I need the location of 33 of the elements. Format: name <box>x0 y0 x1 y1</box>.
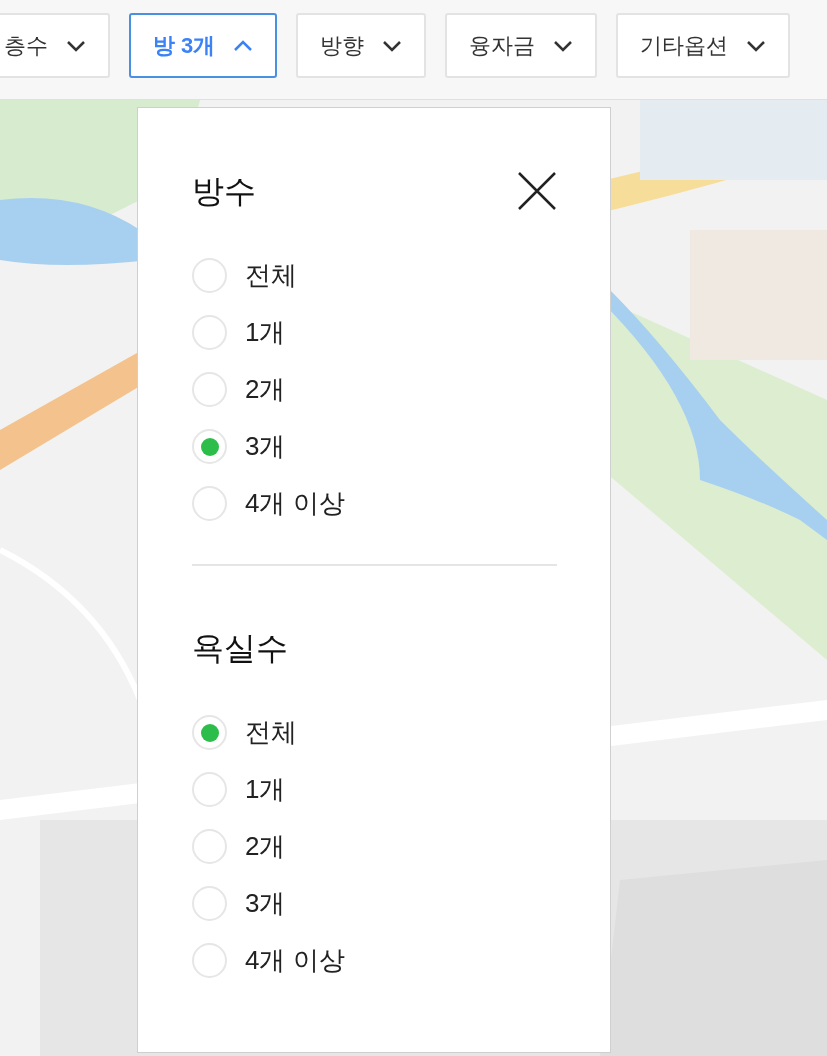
radio-button[interactable] <box>192 943 227 978</box>
option-label[interactable]: 전체 <box>245 713 297 752</box>
radio-button[interactable] <box>192 886 227 921</box>
close-icon[interactable] <box>517 171 557 211</box>
chevron-up-icon <box>233 39 254 52</box>
option-label[interactable]: 2개 <box>245 827 286 866</box>
chevron-down-icon <box>553 39 574 52</box>
filter-dropdown[interactable]: 층수 <box>0 13 110 78</box>
radio-button[interactable] <box>192 829 227 864</box>
option-label[interactable]: 3개 <box>245 884 286 923</box>
radio-button[interactable] <box>192 258 227 293</box>
radio-button[interactable] <box>192 429 227 464</box>
chevron-down-icon <box>746 39 767 52</box>
radio-button[interactable] <box>192 772 227 807</box>
section-title: 욕실수 <box>192 629 288 668</box>
filter-dropdown[interactable]: 방 3개 <box>129 13 278 78</box>
radio-button[interactable] <box>192 486 227 521</box>
filter-dropdown[interactable]: 융자금 <box>445 13 598 78</box>
filter-dropdown[interactable]: 기타옵션 <box>616 13 791 78</box>
option-label[interactable]: 2개 <box>245 370 286 409</box>
radio-button[interactable] <box>192 315 227 350</box>
chevron-down-icon <box>382 39 403 52</box>
option-label[interactable]: 전체 <box>245 256 297 295</box>
radio-button[interactable] <box>192 715 227 750</box>
option-label[interactable]: 4개 이상 <box>245 484 345 523</box>
option-label[interactable]: 3개 <box>245 427 286 466</box>
chevron-down-icon <box>66 39 86 52</box>
section-title: 방수 <box>192 172 256 211</box>
option-label[interactable]: 1개 <box>245 313 286 352</box>
option-label[interactable]: 1개 <box>245 770 286 809</box>
filter-dropdown[interactable]: 방향 <box>296 13 427 78</box>
radio-button[interactable] <box>192 372 227 407</box>
option-label[interactable]: 4개 이상 <box>245 941 345 980</box>
